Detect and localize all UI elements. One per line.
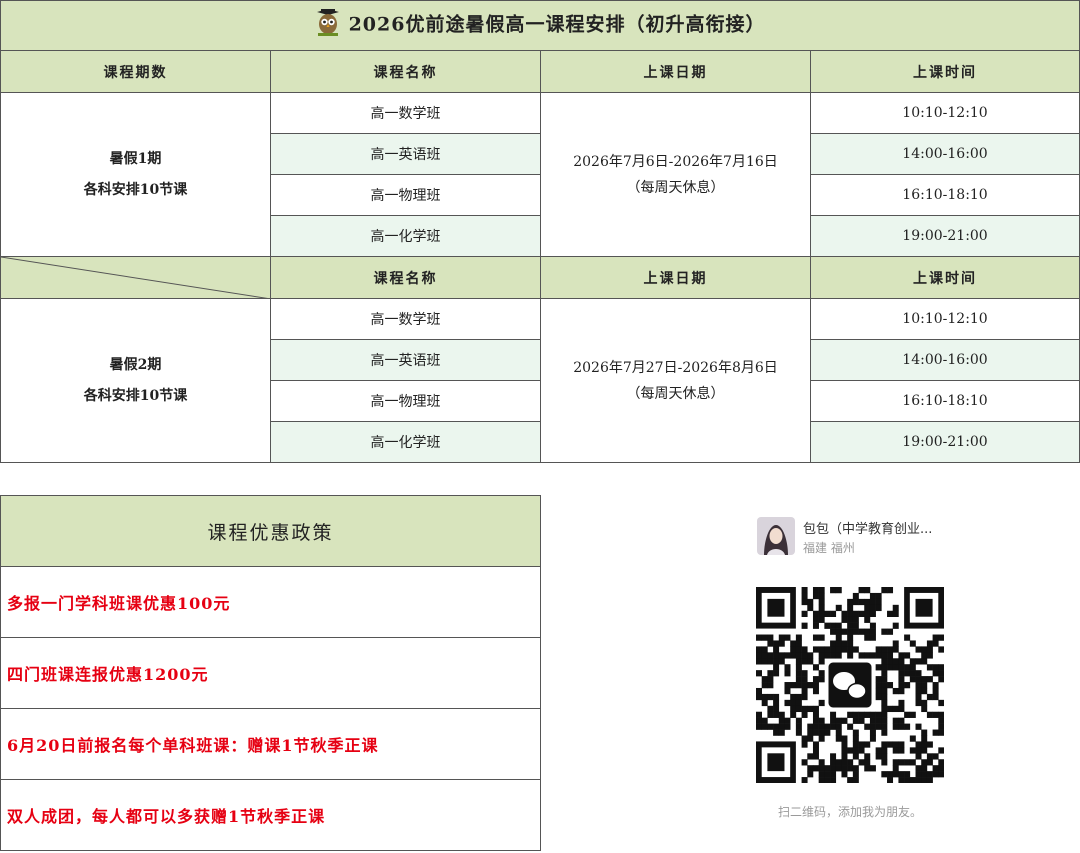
header-time: 上课时间 bbox=[809, 256, 1080, 299]
wechat-icon bbox=[825, 659, 875, 711]
promo-item: 四门班课连报优惠1200元 bbox=[0, 637, 541, 709]
diagonal-line bbox=[1, 257, 271, 299]
term2-cell: 暑假2期 各科安排10节课 bbox=[0, 298, 271, 463]
time-cell: 19:00-21:00 bbox=[809, 421, 1080, 463]
header-term: 课程期数 bbox=[0, 50, 271, 93]
course-cell: 高一英语班 bbox=[270, 339, 541, 381]
header-dates: 上课日期 bbox=[540, 256, 811, 299]
time-cell: 14:00-16:00 bbox=[809, 339, 1080, 381]
time-cell: 10:10-12:10 bbox=[809, 92, 1080, 134]
table-row: 暑假1期 各科安排10节课 高一数学班 2026年7月6日-2026年7月16日… bbox=[0, 92, 1080, 257]
avatar bbox=[757, 517, 795, 555]
header-course: 课程名称 bbox=[270, 256, 541, 299]
time-cell: 19:00-21:00 bbox=[809, 215, 1080, 257]
term1-note: 各科安排10节课 bbox=[83, 181, 188, 198]
course-cell: 高一物理班 bbox=[270, 380, 541, 422]
schedule-header-row: 课程期数 课程名称 上课日期 上课时间 bbox=[0, 50, 1080, 93]
course-cell: 高一英语班 bbox=[270, 133, 541, 175]
promo-table: 课程优惠政策 多报一门学科班课优惠100元 四门班课连报优惠1200元 6月20… bbox=[0, 495, 541, 851]
header-dates: 上课日期 bbox=[540, 50, 811, 93]
term2-dates: 2026年7月27日-2026年8月6日 bbox=[573, 359, 778, 376]
time-cell: 14:00-16:00 bbox=[809, 133, 1080, 175]
term2-rest: （每周天休息） bbox=[626, 385, 725, 402]
schedule-table: 2026优前途暑假高一课程安排（初升高衔接） 课程期数 课程名称 上课日期 上课… bbox=[0, 0, 1080, 463]
promo-item: 双人成团，每人都可以多获赠1节秋季正课 bbox=[0, 779, 541, 851]
course-cell: 高一数学班 bbox=[270, 92, 541, 134]
header-time: 上课时间 bbox=[809, 50, 1080, 93]
term1-rest: （每周天休息） bbox=[626, 179, 725, 196]
schedule-title-cell: 2026优前途暑假高一课程安排（初升高衔接） bbox=[0, 0, 1080, 51]
term1-dates: 2026年7月6日-2026年7月16日 bbox=[573, 153, 778, 170]
time-cell: 16:10-18:10 bbox=[809, 174, 1080, 216]
term2-dates-cell: 2026年7月27日-2026年8月6日 （每周天休息） bbox=[540, 298, 811, 463]
wechat-contact-card: 包包（中学教育创业... 福建 福州 扫二维码，添加我为朋友。 bbox=[740, 505, 960, 825]
schedule-subheader-row: 课程名称 上课日期 上课时间 bbox=[0, 256, 1080, 299]
promo-item: 6月20日前报名每个单科班课：赠课1节秋季正课 bbox=[0, 708, 541, 780]
term1-name: 暑假1期 bbox=[109, 150, 162, 167]
qr-caption: 扫二维码，添加我为朋友。 bbox=[777, 805, 922, 819]
course-cell: 高一物理班 bbox=[270, 174, 541, 216]
promo-item: 多报一门学科班课优惠100元 bbox=[0, 566, 541, 638]
term1-dates-cell: 2026年7月6日-2026年7月16日 （每周天休息） bbox=[540, 92, 811, 257]
course-cell: 高一化学班 bbox=[270, 215, 541, 257]
term2-name: 暑假2期 bbox=[109, 356, 162, 373]
promo-title: 课程优惠政策 bbox=[0, 495, 541, 567]
contact-profile: 包包（中学教育创业... 福建 福州 bbox=[757, 517, 967, 561]
term1-cell: 暑假1期 各科安排10节课 bbox=[0, 92, 271, 257]
time-cell: 10:10-12:10 bbox=[809, 298, 1080, 340]
owl-mascot-icon bbox=[315, 9, 341, 42]
time-cell: 16:10-18:10 bbox=[809, 380, 1080, 422]
course-cell: 高一数学班 bbox=[270, 298, 541, 340]
wechat-qr-code bbox=[756, 587, 945, 784]
qr-code-graphic bbox=[756, 587, 945, 784]
header-course: 课程名称 bbox=[270, 50, 541, 93]
table-row: 暑假2期 各科安排10节课 高一数学班 2026年7月27日-2026年8月6日… bbox=[0, 298, 1080, 463]
diagonal-header-cell bbox=[0, 256, 271, 299]
course-cell: 高一化学班 bbox=[270, 421, 541, 463]
term2-note: 各科安排10节课 bbox=[83, 387, 188, 404]
contact-name: 包包（中学教育创业... bbox=[803, 522, 933, 537]
schedule-title: 2026优前途暑假高一课程安排（初升高衔接） bbox=[348, 13, 766, 36]
contact-location: 福建 福州 bbox=[803, 541, 855, 555]
